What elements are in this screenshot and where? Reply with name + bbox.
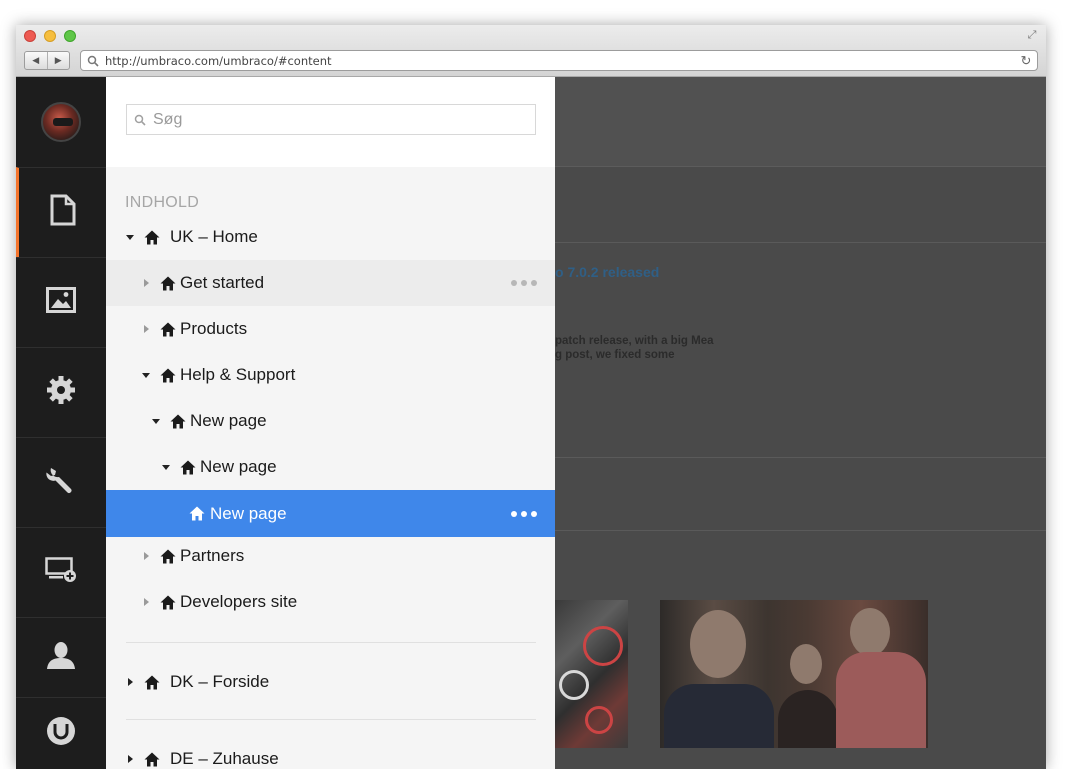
news-excerpt-line: g post, we fixed some [555,349,675,361]
tree-node-uk-home[interactable]: UK – Home [106,214,555,260]
photo-people [660,600,928,748]
url-text[interactable]: http://umbraco.com/umbraco/#content [105,54,1015,68]
home-icon [143,674,161,690]
avatar[interactable] [41,102,81,142]
home-icon [188,506,206,522]
tree-node-products[interactable]: Products [106,306,555,352]
news-excerpt: patch release, with a big Mea g post, we… [555,334,714,362]
expand-arrow-icon[interactable] [141,324,151,334]
home-icon [159,321,177,337]
rail-avatar[interactable] [16,77,106,167]
browser-window: ⤢ ◀ ▶ http://umbraco.com/umbraco/#conten… [16,25,1046,769]
section-rail [16,77,106,769]
node-label[interactable]: Developers site [180,592,297,612]
tree-node-new-page[interactable]: New page [106,398,555,444]
close-window-button[interactable] [24,30,36,42]
fullscreen-icon[interactable]: ⤢ [1026,29,1038,41]
minimize-window-button[interactable] [44,30,56,42]
home-icon [179,459,197,475]
rail-developer[interactable] [16,437,106,527]
rail-settings[interactable] [16,347,106,437]
rail-umbraco[interactable] [16,697,106,769]
expand-arrow-icon[interactable] [161,462,171,472]
tree-node-partners[interactable]: Partners [106,533,555,579]
home-icon [143,751,161,767]
rail-members[interactable] [16,617,106,697]
tree-node-get-started[interactable]: Get started [106,260,555,306]
expand-arrow-icon[interactable] [141,278,151,288]
expand-arrow-icon[interactable] [125,232,135,242]
content-tree-panel: INDHOLD UK – Home Get started Products [106,77,555,769]
home-icon [159,594,177,610]
user-icon [46,640,76,675]
browser-toolbar: ⤢ ◀ ▶ http://umbraco.com/umbraco/#conten… [16,25,1046,77]
search-input[interactable] [153,110,535,129]
document-icon [50,194,76,231]
rail-content[interactable] [16,167,106,257]
divider [126,719,536,720]
node-label[interactable]: New page [200,457,277,477]
tree-node-help-support[interactable]: Help & Support [106,352,555,398]
divider [126,642,536,643]
news-excerpt-line: patch release, with a big Mea [555,335,714,347]
search-icon [81,55,105,67]
section-title: INDHOLD [125,194,200,211]
expand-arrow-icon[interactable] [151,416,161,426]
home-icon [169,413,187,429]
gear-icon [46,375,76,410]
photo-stickers [555,600,628,748]
umbraco-app: o 7.0.2 released patch release, with a b… [16,77,1046,769]
node-label[interactable]: New page [210,504,287,524]
home-icon [159,548,177,564]
expand-arrow-icon[interactable] [141,551,151,561]
node-label[interactable]: Partners [180,546,244,566]
home-icon [159,367,177,383]
expand-arrow-icon[interactable] [125,754,135,764]
umbraco-logo-icon [46,716,76,751]
rail-media[interactable] [16,257,106,347]
zoom-window-button[interactable] [64,30,76,42]
expand-arrow-icon[interactable] [141,370,151,380]
tree-node-dk-forside[interactable]: DK – Forside [106,659,555,705]
expand-arrow-icon[interactable] [125,677,135,687]
more-options-icon[interactable] [511,510,537,517]
node-label[interactable]: New page [190,411,267,431]
tree-node-developers-site[interactable]: Developers site [106,579,555,625]
forward-button[interactable]: ▶ [46,52,70,69]
reload-icon[interactable]: ↻ [1015,53,1037,69]
node-label[interactable]: Get started [180,273,264,293]
tree-node-new-page[interactable]: New page [106,444,555,490]
node-label[interactable]: DE – Zuhause [170,749,279,769]
tree-search-area [106,77,555,167]
home-icon [159,275,177,291]
rail-forms[interactable] [16,527,106,617]
search-field[interactable] [126,104,536,135]
node-label[interactable]: DK – Forside [170,672,269,692]
screen-plus-icon [45,557,77,588]
image-icon [46,287,76,318]
tree-node-new-page-selected[interactable]: New page [106,490,555,537]
news-title[interactable]: o 7.0.2 released [555,264,659,280]
back-button[interactable]: ◀ [25,52,47,69]
node-label[interactable]: Products [180,319,247,339]
search-icon [127,114,153,126]
expand-arrow-icon[interactable] [141,597,151,607]
history-nav: ◀ ▶ [24,51,70,70]
more-options-icon[interactable] [511,280,537,286]
tree-node-de-zuhause[interactable]: DE – Zuhause [106,736,555,769]
node-label[interactable]: Help & Support [180,365,295,385]
node-label[interactable]: UK – Home [170,227,258,247]
home-icon [143,229,161,245]
address-bar[interactable]: http://umbraco.com/umbraco/#content ↻ [80,50,1038,71]
wrench-icon [45,464,77,501]
